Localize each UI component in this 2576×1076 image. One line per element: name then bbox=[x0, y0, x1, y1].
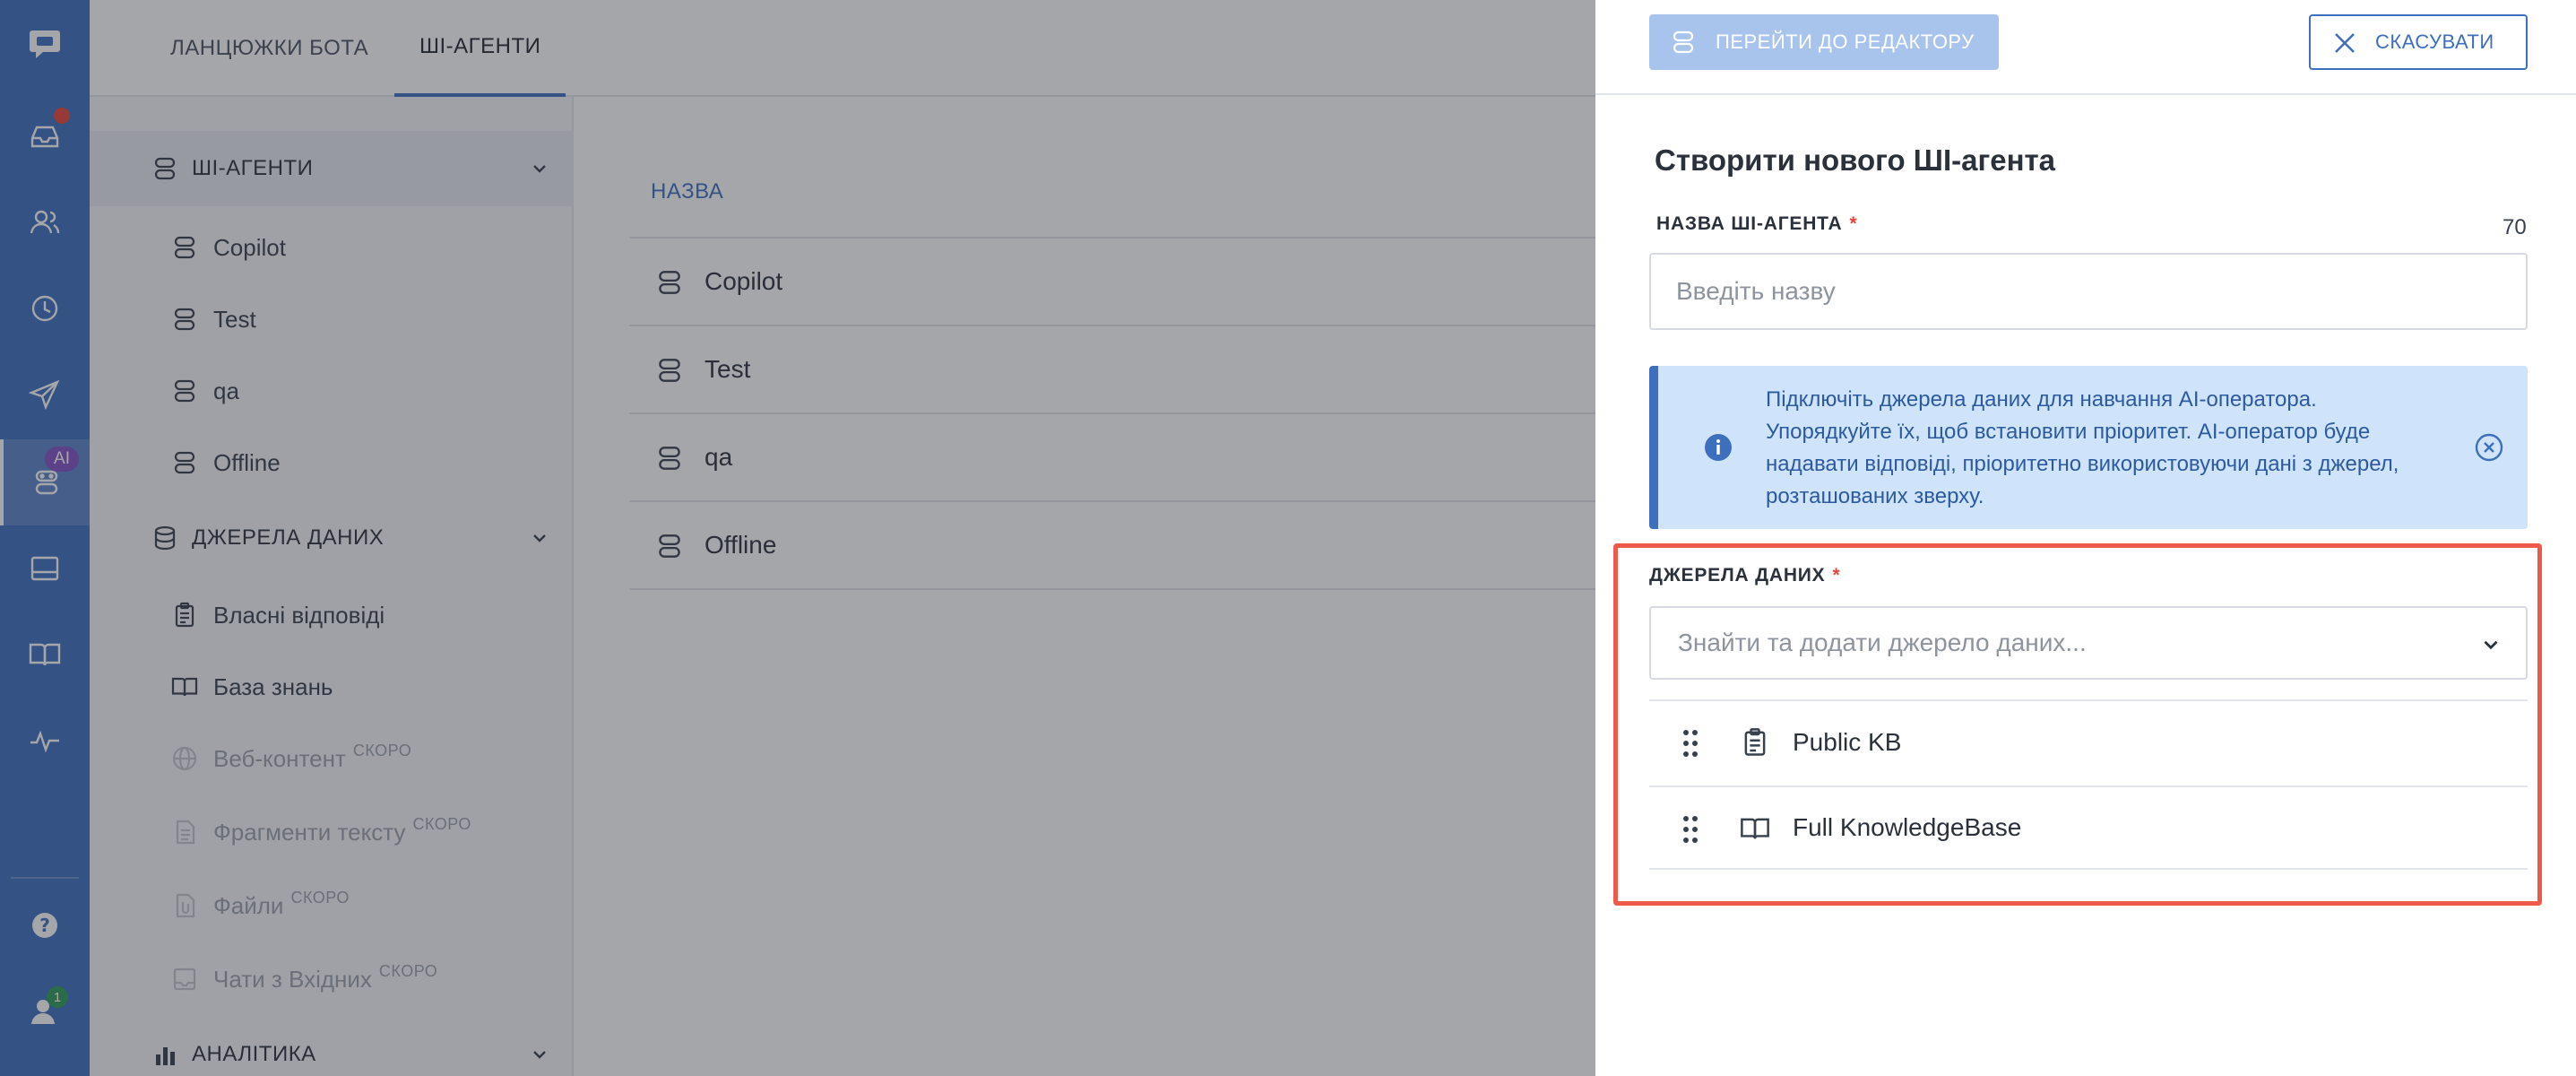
name-char-counter: 70 bbox=[2503, 215, 2527, 239]
agent-name-input[interactable] bbox=[1649, 253, 2528, 330]
source-name: Public KB bbox=[1793, 728, 1902, 756]
drawer-toolbar: ПЕРЕЙТИ ДО РЕДАКТОРУ СКАСУВАТИ bbox=[1595, 0, 2576, 95]
book-icon bbox=[1741, 818, 1769, 839]
clipboard-icon bbox=[1744, 728, 1766, 756]
chevron-down-icon bbox=[2484, 640, 2498, 650]
list-item[interactable]: Full KnowledgeBase bbox=[1649, 785, 2528, 870]
drag-handle-icon[interactable] bbox=[1681, 814, 1699, 845]
source-name: Full KnowledgeBase bbox=[1793, 813, 2022, 841]
list-item[interactable]: Public KB bbox=[1649, 699, 2528, 784]
label-text: ДЖЕРЕЛА ДАНИХ bbox=[1649, 565, 1826, 586]
select-placeholder: Знайти та додати джерело даних... bbox=[1678, 629, 2087, 656]
data-sources-label: ДЖЕРЕЛА ДАНИХ * bbox=[1649, 565, 1840, 586]
info-text: Підключіть джерела даних для навчання AI… bbox=[1766, 387, 2399, 508]
button-label: СКАСУВАТИ bbox=[2375, 30, 2494, 53]
required-mark: * bbox=[1832, 565, 1841, 586]
info-banner: Підключіть джерела даних для навчання AI… bbox=[1649, 366, 2528, 529]
info-icon bbox=[1705, 434, 1732, 461]
cancel-button[interactable]: СКАСУВАТИ bbox=[2309, 14, 2528, 70]
close-icon bbox=[2335, 33, 2355, 53]
modal-backdrop[interactable] bbox=[0, 0, 1595, 1076]
data-source-search-select[interactable]: Знайти та додати джерело даних... bbox=[1649, 606, 2528, 680]
dismiss-circle-icon[interactable] bbox=[2474, 432, 2504, 463]
agent-name-label: НАЗВА ШІ-АГЕНТА * bbox=[1656, 213, 1857, 235]
required-mark: * bbox=[1849, 213, 1858, 234]
label-text: НАЗВА ШІ-АГЕНТА bbox=[1656, 213, 1843, 234]
create-agent-drawer: ПЕРЕЙТИ ДО РЕДАКТОРУ СКАСУВАТИ Створити … bbox=[1595, 0, 2576, 1076]
drawer-title: Створити нового ШІ-агента bbox=[1655, 143, 2056, 177]
drag-handle-icon[interactable] bbox=[1681, 728, 1699, 759]
go-to-editor-button[interactable]: ПЕРЕЙТИ ДО РЕДАКТОРУ bbox=[1649, 14, 1999, 70]
button-label: ПЕРЕЙТИ ДО РЕДАКТОРУ bbox=[1716, 30, 1975, 53]
agent-icon bbox=[1673, 30, 1694, 54]
